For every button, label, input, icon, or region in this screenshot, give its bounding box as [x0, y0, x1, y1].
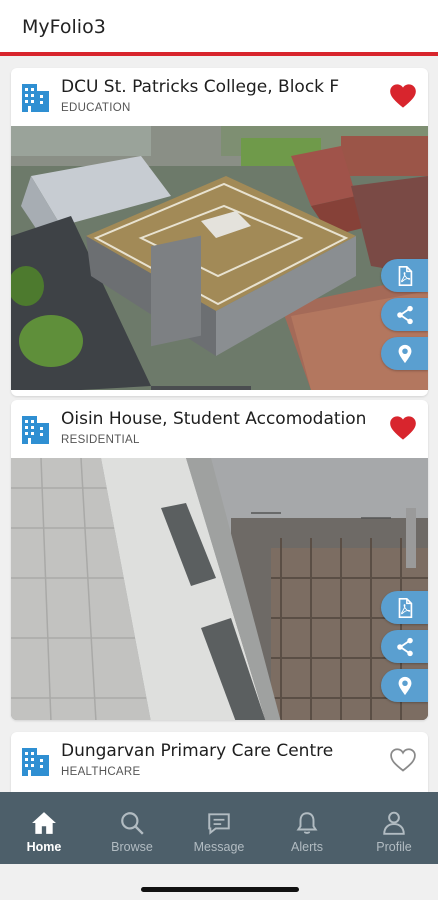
share-icon: [396, 637, 413, 656]
tab-label: Alerts: [291, 840, 323, 854]
building-icon: [22, 416, 49, 444]
pdf-icon: [398, 265, 412, 286]
project-category: RESIDENTIAL: [61, 434, 140, 446]
share-button[interactable]: [381, 298, 428, 331]
card-header[interactable]: DCU St. Patricks College, Block F EDUCAT…: [11, 68, 428, 126]
project-title: DCU St. Patricks College, Block F: [61, 77, 340, 97]
profile-icon: [383, 811, 405, 835]
location-pin-icon: [398, 344, 411, 363]
tab-message[interactable]: Message: [175, 792, 263, 864]
search-icon: [121, 812, 144, 835]
share-icon: [396, 305, 413, 324]
card-header[interactable]: Dungarvan Primary Care Centre HEALTHCARE: [11, 732, 428, 790]
bell-icon: [296, 812, 318, 834]
tab-label: Home: [26, 840, 62, 854]
building-icon: [22, 84, 49, 112]
project-card[interactable]: Dungarvan Primary Care Centre HEALTHCARE: [11, 732, 428, 792]
tab-alerts[interactable]: Alerts: [263, 792, 351, 864]
pdf-icon: [398, 597, 412, 618]
tab-browse[interactable]: Browse: [88, 792, 176, 864]
project-title: Dungarvan Primary Care Centre: [61, 741, 334, 761]
tab-label: Browse: [111, 840, 153, 854]
project-photo[interactable]: [11, 458, 428, 720]
project-photo[interactable]: [11, 126, 428, 390]
tab-profile[interactable]: Profile: [350, 792, 438, 864]
share-button[interactable]: [381, 630, 428, 663]
message-icon: [208, 813, 230, 835]
tab-label: Profile: [376, 840, 412, 854]
aerial-campus-image: [11, 126, 428, 390]
card-header[interactable]: Oisin House, Student Accomodation RESIDE…: [11, 400, 428, 458]
app-title: MyFolio3: [22, 16, 106, 38]
location-pin-icon: [398, 676, 411, 695]
tab-home[interactable]: Home: [0, 792, 88, 864]
location-button[interactable]: [381, 337, 428, 370]
project-card[interactable]: Oisin House, Student Accomodation RESIDE…: [11, 400, 428, 720]
project-category: HEALTHCARE: [61, 766, 141, 778]
pdf-button[interactable]: [381, 259, 428, 292]
building-icon: [22, 748, 49, 776]
project-feed[interactable]: DCU St. Patricks College, Block F EDUCAT…: [0, 60, 438, 792]
favorite-heart-icon[interactable]: [389, 415, 417, 441]
pdf-button[interactable]: [381, 591, 428, 624]
project-card[interactable]: DCU St. Patricks College, Block F EDUCAT…: [11, 68, 428, 396]
app-header: MyFolio3: [0, 0, 438, 56]
bottom-tab-bar: Home Browse Message Alerts Profile: [0, 792, 438, 864]
favorite-heart-icon[interactable]: [389, 83, 417, 109]
favorite-heart-outline-icon[interactable]: [389, 747, 417, 773]
facade-construction-image: [11, 458, 428, 720]
tab-label: Message: [193, 840, 245, 854]
home-icon: [32, 812, 56, 834]
location-button[interactable]: [381, 669, 428, 702]
project-title: Oisin House, Student Accomodation: [61, 409, 367, 429]
project-category: EDUCATION: [61, 102, 131, 114]
home-indicator[interactable]: [141, 887, 299, 892]
